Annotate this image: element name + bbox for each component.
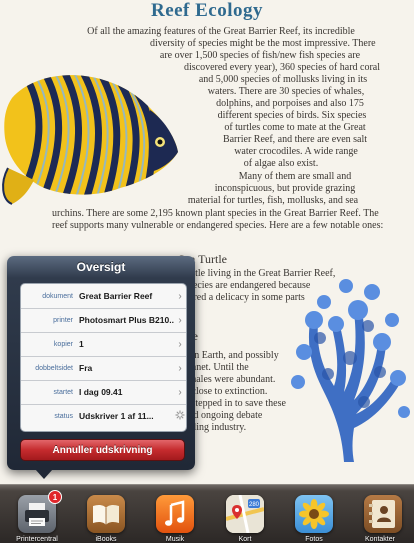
music-icon — [165, 500, 185, 526]
text-line: different species of birds. Six species — [217, 110, 367, 121]
row-status: status Udskriver 1 af 11... — [21, 404, 186, 428]
text-line: reef supports many vulnerable or endange… — [52, 220, 384, 231]
text-line: water crocodiles. A wide range — [234, 146, 358, 157]
text-line: Barrier Reef, and there are even salt — [222, 134, 368, 145]
text-line: Many of them are small and — [238, 171, 352, 182]
coral-image — [291, 279, 410, 462]
chevron-right-icon: › — [178, 290, 182, 302]
svg-text:280: 280 — [249, 502, 260, 508]
row-copies[interactable]: kopier 1 › — [21, 332, 186, 357]
text-line: l on Earth, and possibly — [184, 350, 279, 361]
row-value: Great Barrier Reef — [79, 291, 153, 301]
photos-icon — [299, 499, 329, 529]
text-line: of turtles come to mate at the Great — [224, 122, 366, 133]
text-line: n close to extinction. — [184, 386, 268, 397]
document-title: Reef Ecology — [150, 0, 264, 21]
text-line: of algae also exist. — [243, 158, 319, 169]
dock-app-contacts[interactable] — [364, 495, 402, 533]
angelfish-image — [2, 75, 178, 205]
row-document[interactable]: dokument Great Barrier Reef › — [21, 284, 186, 309]
row-label: dokument — [42, 292, 73, 300]
cancel-printing-button[interactable]: Annuller udskrivning — [20, 439, 185, 461]
text-line: y stepped in to save these — [184, 398, 286, 409]
text-line: whales were abundant. — [184, 374, 276, 385]
text-line: Of all the amazing features of the Great… — [87, 26, 355, 37]
row-started[interactable]: startet I dag 09.41 › — [21, 380, 186, 405]
row-printer[interactable]: printer Photosmart Plus B210... › — [21, 308, 186, 333]
row-value: I dag 09.41 — [79, 387, 123, 397]
text-line: discovered every year), 360 species of h… — [183, 62, 381, 73]
text-line: urchins. There are some 2,195 known plan… — [52, 208, 379, 219]
row-label: kopier — [53, 340, 73, 348]
chevron-right-icon: › — [178, 314, 182, 326]
row-value: Photosmart Plus B210... — [79, 315, 174, 325]
row-value: 1 — [79, 339, 84, 349]
dock-app-ibooks[interactable] — [87, 495, 125, 533]
popover-arrow — [35, 469, 53, 479]
chevron-right-icon: › — [178, 386, 182, 398]
row-label: status — [54, 412, 73, 420]
chevron-right-icon: › — [178, 338, 182, 350]
text-line: ged ongoing debate — [184, 410, 263, 421]
text-line: material for turtles, fish, mollusks, an… — [187, 195, 359, 206]
popover-title: Oversigt — [76, 260, 126, 274]
row-value: Fra — [79, 363, 93, 373]
spinner-icon — [174, 409, 186, 423]
row-duplex[interactable]: dobbeltsidet Fra › — [21, 356, 186, 381]
dock-app-photos[interactable] — [295, 495, 333, 533]
row-label: dobbeltsidet — [35, 364, 73, 372]
row-value: Udskriver 1 af 11... — [79, 411, 154, 421]
text-line: are over 1,500 species of fish/new fish … — [159, 50, 361, 61]
row-label: startet — [53, 388, 73, 396]
text-line: and 5,000 species of mollusks living in … — [198, 74, 368, 85]
dock: 1 Printercentral iBooks Musik 280 Kort F… — [0, 484, 414, 543]
dock-app-maps[interactable]: 280 — [225, 494, 265, 534]
print-summary-popover: Oversigt dokument Great Barrier Reef › p… — [7, 256, 195, 479]
notification-badge: 1 — [48, 490, 62, 504]
maps-icon: 280 — [225, 494, 265, 534]
chevron-right-icon: › — [178, 362, 182, 374]
ibooks-icon — [93, 504, 119, 525]
row-label: printer — [53, 316, 73, 324]
dock-app-music[interactable] — [156, 495, 194, 533]
text-line: inconspicuous, but provide grazing — [214, 183, 356, 194]
text-line: diversity of species might be the most i… — [150, 38, 376, 49]
contacts-icon — [369, 500, 395, 528]
text-line: waters. There are 30 species of whales, — [207, 86, 365, 97]
print-details-table: dokument Great Barrier Reef › printer Ph… — [20, 283, 187, 432]
text-line: dolphins, and porpoises and also 175 — [216, 98, 364, 109]
